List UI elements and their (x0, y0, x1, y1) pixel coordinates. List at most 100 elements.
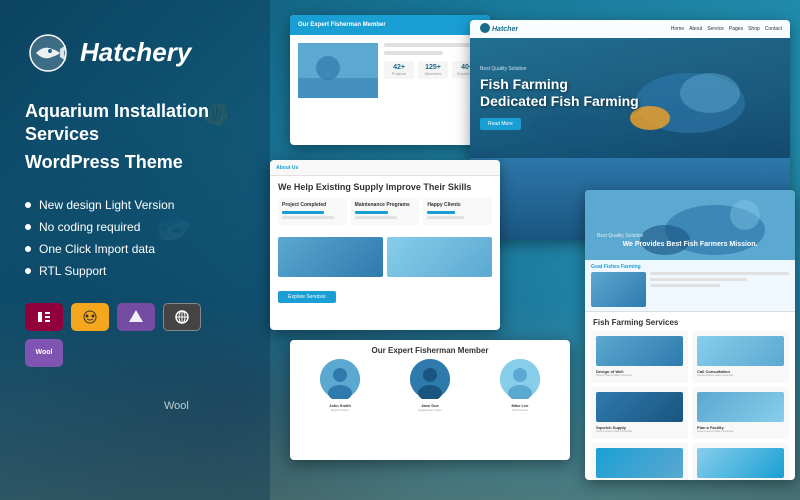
plugin-icons-row: Wool (25, 303, 245, 367)
service-card-2: Call Consultation Lorem ipsum dolor sit … (692, 331, 789, 383)
stat-box-2: 125+ Members (418, 61, 448, 79)
bullet-4 (25, 268, 31, 274)
top-bar: Our Expert Fisherman Member (290, 15, 490, 35)
screenshot-bottom: Our Expert Fisherman Member John Smith E… (290, 340, 570, 460)
stat-label-2: Members (421, 71, 445, 76)
team-role-3: Fish Farmer (478, 408, 562, 412)
service-desc-4: Lorem ipsum dolor sit amet (697, 430, 784, 434)
feature-text-1: New design Light Version (39, 198, 174, 212)
text-line-2 (384, 51, 443, 55)
mailchimp-badge (71, 303, 109, 331)
nav-contact[interactable]: Contact (765, 26, 782, 32)
feature-item-4: RTL Support (25, 264, 245, 278)
service-img-1 (596, 336, 683, 366)
nav-pages[interactable]: Pages (729, 26, 743, 32)
form-badge (117, 303, 155, 331)
wpml-badge (163, 303, 201, 331)
service-desc-2: Lorem ipsum dolor sit amet (697, 374, 784, 378)
service-img-3 (596, 392, 683, 422)
stat-box-1: 42+ Projects (384, 61, 414, 79)
screenshot-top: Our Expert Fisherman Member 42+ (290, 15, 490, 145)
mid-tag: About Us (276, 165, 298, 171)
service-img-4 (697, 392, 784, 422)
tagline-line1: Aquarium Installation Services (25, 100, 245, 147)
feature-item-3: One Click Import data (25, 242, 245, 256)
team-member-2: Jane Doe Aquaculture Spec (388, 359, 472, 412)
feature-item-1: New design Light Version (25, 198, 245, 212)
brand-name: Hatchery (80, 37, 191, 68)
right-services-title: Fish Farming Services (585, 312, 795, 331)
mid-cta-button[interactable]: Explore Services (278, 291, 336, 303)
mid-bar-3 (427, 211, 454, 214)
hero-cta-button[interactable]: Read More (480, 118, 521, 130)
bullet-1 (25, 202, 31, 208)
bottom-title: Our Expert Fisherman Member (290, 340, 570, 359)
text-line-1 (384, 43, 482, 47)
stats-row: 42+ Projects 125+ Members 40+ Experience (384, 61, 482, 79)
hero-tag: Best Quality Solution (480, 66, 780, 72)
bullet-3 (25, 246, 31, 252)
hero-section: Best Quality Solution Fish Farming Dedic… (470, 38, 790, 158)
nav-shop[interactable]: Shop (748, 26, 760, 32)
service-card-3: Squelch Supply Lorem ipsum dolor sit ame… (591, 387, 688, 439)
tagline-line2: WordPress Theme (25, 152, 245, 173)
feature-text-3: One Click Import data (39, 242, 155, 256)
feature-list: New design Light Version No coding requi… (25, 198, 245, 278)
bullet-2 (25, 224, 31, 230)
service-desc-1: Lorem ipsum dolor sit amet (596, 374, 683, 378)
feature-text-4: RTL Support (39, 264, 106, 278)
service-card-1: Design of Well Lorem ipsum dolor sit ame… (591, 331, 688, 383)
wool-text: Wool (164, 400, 189, 412)
main-nav-links: Home About Service Pages Shop Contact (671, 26, 782, 32)
mid-content: Project Completed Maintenance Programs H… (270, 198, 500, 233)
mid-bar-3b (427, 216, 463, 219)
service-img-5 (596, 448, 683, 478)
logo-area: Hatchery (25, 30, 245, 75)
stat-num-2: 125+ (421, 64, 445, 71)
mid-item-label-1: Project Completed (282, 202, 343, 208)
mid-item-label-3: Happy Clients (427, 202, 488, 208)
elementor-badge (25, 303, 63, 331)
team-member-1: John Smith Expert Fisher (298, 359, 382, 412)
bottom-team: John Smith Expert Fisher Jane Doe Aquacu… (290, 359, 570, 412)
feature-text-2: No coding required (39, 220, 140, 234)
feature-item-2: No coding required (25, 220, 245, 234)
main-container: 🐟 🐠 Hatchery Aquarium Installation Servi… (0, 0, 800, 500)
mid-bar-2 (355, 211, 388, 214)
main-nav-bar: Hatchery Home About Service Pages Shop C… (470, 20, 790, 38)
team-photo-1 (320, 359, 360, 399)
right-tag: Best Quality Solution (597, 233, 783, 239)
mid-header: About Us (270, 160, 500, 176)
right-header-title: We Provides Best Fish Farmers Mission. (597, 241, 783, 248)
mid-item-label-2: Maintenance Programs (355, 202, 416, 208)
top-content: 42+ Projects 125+ Members 40+ Experience (290, 35, 490, 106)
team-role-1: Expert Fisher (298, 408, 382, 412)
mid-bar-1 (282, 211, 324, 214)
nav-home[interactable]: Home (671, 26, 684, 32)
woo-label: Wool (36, 349, 53, 356)
stat-label-1: Projects (387, 71, 411, 76)
hero-title-line1: Fish Farming (480, 76, 780, 93)
right-sub-tag: Goat Fishes Farming (591, 264, 789, 270)
service-img-2 (697, 336, 784, 366)
mid-bar-1b (282, 216, 334, 219)
screenshot-mid: About Us We Help Existing Supply Improve… (270, 160, 500, 330)
team-role-2: Aquaculture Spec (388, 408, 472, 412)
top-text-area: 42+ Projects 125+ Members 40+ Experience (384, 43, 482, 98)
screenshot-right: Best Quality Solution We Provides Best F… (585, 190, 795, 480)
nav-about[interactable]: About (689, 26, 702, 32)
top-bar-title: Our Expert Fisherman Member (298, 22, 386, 28)
mid-item-2: Maintenance Programs (351, 198, 420, 225)
team-member-3: Mike Lee Fish Farmer (478, 359, 562, 412)
fish-logo-icon (25, 30, 70, 75)
mid-item-3: Happy Clients (423, 198, 492, 225)
stat-num-1: 42+ (387, 64, 411, 71)
hero-title: Fish Farming Dedicated Fish Farming (480, 76, 780, 110)
team-photo-2 (410, 359, 450, 399)
screenshots-area: Our Expert Fisherman Member 42+ (260, 10, 800, 500)
woo-badge: Wool (25, 339, 63, 367)
svg-text:Hatchery: Hatchery (492, 26, 518, 33)
nav-service[interactable]: Service (707, 26, 724, 32)
mid-bar-2b (355, 216, 397, 219)
top-image (298, 43, 378, 98)
